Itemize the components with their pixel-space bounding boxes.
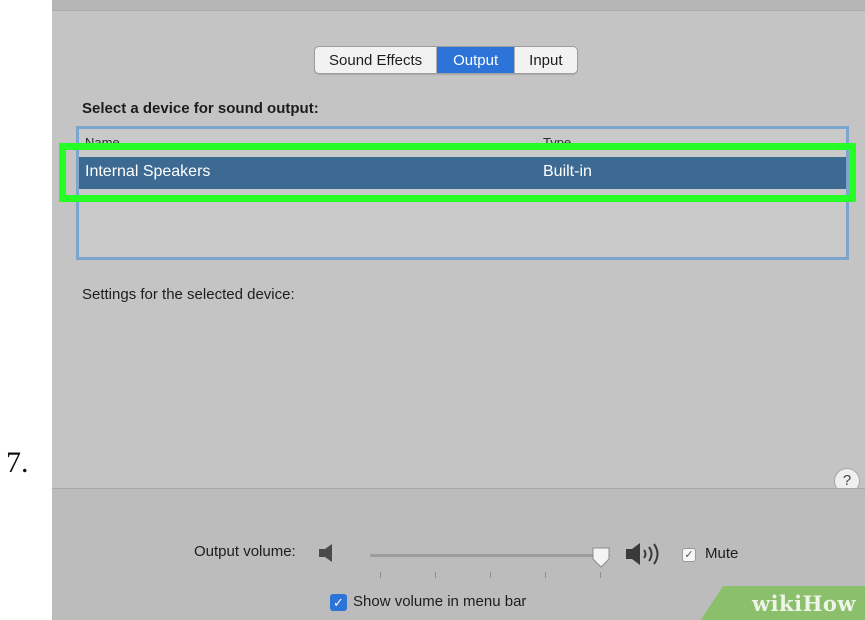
mute-label: Mute	[705, 545, 739, 562]
tab-output[interactable]: Output	[437, 47, 516, 73]
step-number: 7.	[6, 446, 29, 479]
speaker-low-icon	[319, 544, 332, 562]
slider-tick	[435, 572, 436, 578]
volume-slider[interactable]	[370, 554, 610, 557]
watermark-text: wikiHow	[752, 591, 857, 616]
output-volume-label: Output volume:	[194, 543, 296, 560]
sound-preferences-panel: Sound Effects Output Input Select a devi…	[52, 0, 865, 620]
column-header-type[interactable]: Type	[543, 135, 571, 150]
slider-tick	[380, 572, 381, 578]
table-row[interactable]: Internal Speakers Built-in	[79, 157, 846, 189]
column-header-name[interactable]: Name	[85, 135, 120, 150]
device-select-heading: Select a device for sound output:	[82, 100, 319, 117]
tab-input[interactable]: Input	[515, 47, 576, 73]
tab-bar: Sound Effects Output Input	[314, 46, 578, 74]
slider-tick	[490, 572, 491, 578]
device-name-cell: Internal Speakers	[85, 163, 211, 180]
device-table[interactable]: Name Type Internal Speakers Built-in	[76, 126, 849, 260]
window-titlebar	[52, 0, 865, 11]
device-type-cell: Built-in	[543, 163, 592, 180]
wikihow-watermark: wikiHow	[700, 586, 865, 620]
tab-sound-effects[interactable]: Sound Effects	[315, 47, 438, 73]
slider-tick	[545, 572, 546, 578]
table-header: Name Type	[79, 129, 846, 151]
volume-slider-knob[interactable]	[591, 546, 611, 568]
settings-label: Settings for the selected device:	[82, 286, 295, 303]
show-in-menu-bar-checkbox[interactable]: ✓	[330, 594, 347, 611]
speaker-high-icon	[626, 543, 659, 565]
volume-bar: Output volume: ✓ Mute ✓ Show volume in m…	[52, 488, 865, 620]
show-in-menu-bar-label: Show volume in menu bar	[353, 593, 527, 610]
slider-tick	[600, 572, 601, 578]
mute-checkbox[interactable]: ✓	[682, 548, 696, 562]
